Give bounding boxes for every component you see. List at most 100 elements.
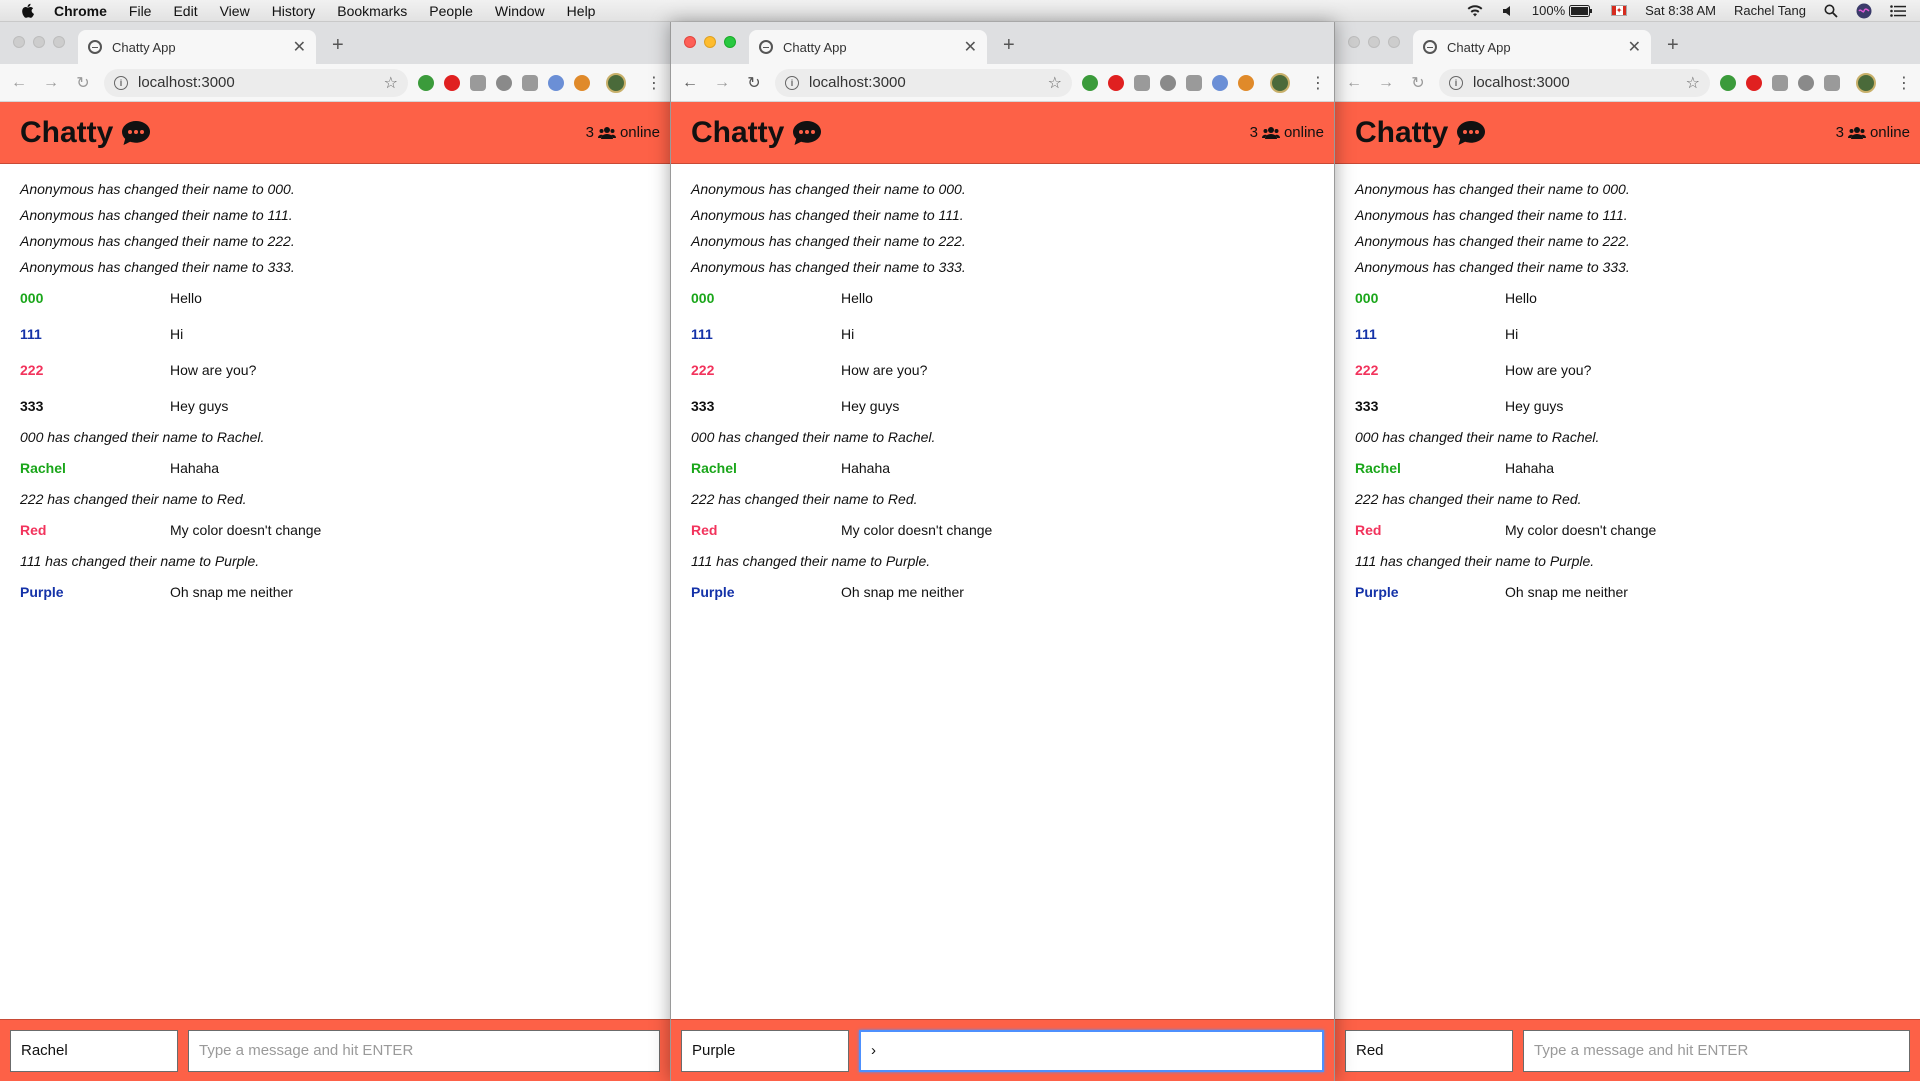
tab-chatty-app[interactable]: Chatty App ✕	[1413, 30, 1651, 64]
profile-avatar[interactable]	[606, 72, 626, 93]
bookmark-star-icon[interactable]: ☆	[1686, 73, 1700, 93]
menu-people[interactable]: People	[429, 3, 473, 19]
new-tab-button[interactable]: +	[1003, 34, 1015, 57]
profile-avatar[interactable]	[1270, 72, 1290, 93]
input-source-flag-icon[interactable]: ✦	[1611, 5, 1628, 16]
extension-icon[interactable]	[1824, 74, 1840, 91]
message-input[interactable]	[859, 1029, 1324, 1072]
extension-icon[interactable]	[1798, 74, 1814, 91]
user-name[interactable]: Rachel Tang	[1734, 3, 1806, 18]
address-bar[interactable]: i localhost:3000 ☆	[775, 68, 1072, 97]
extension-icon[interactable]	[1746, 74, 1762, 91]
forward-button[interactable]: →	[1375, 72, 1397, 94]
minimize-window-button[interactable]	[33, 36, 45, 48]
system-notification: Anonymous has changed their name to 222.	[1355, 233, 1630, 249]
site-info-icon[interactable]: i	[114, 75, 128, 90]
extension-icon[interactable]	[1160, 74, 1176, 91]
message-input[interactable]	[1523, 1029, 1910, 1072]
minimize-window-button[interactable]	[704, 36, 716, 48]
volume-icon[interactable]	[1502, 5, 1514, 17]
online-label: online	[1283, 124, 1324, 141]
extension-icon[interactable]	[1082, 74, 1098, 91]
menu-view[interactable]: View	[220, 3, 250, 19]
app-brand[interactable]: Chatty	[691, 116, 822, 150]
site-info-icon[interactable]: i	[1449, 75, 1463, 90]
extension-icon[interactable]	[1134, 74, 1150, 91]
username-input[interactable]	[1345, 1029, 1513, 1072]
browser-menu-icon[interactable]: ⋮	[1310, 73, 1326, 93]
extension-icon[interactable]	[470, 74, 486, 91]
browser-menu-icon[interactable]: ⋮	[1896, 73, 1912, 93]
extension-icon[interactable]	[496, 74, 512, 91]
extension-icon[interactable]	[1186, 74, 1202, 91]
address-bar[interactable]: i localhost:3000 ☆	[1439, 68, 1710, 97]
tab-chatty-app[interactable]: Chatty App ✕	[78, 30, 316, 64]
close-window-button[interactable]	[684, 36, 696, 48]
back-button[interactable]: ←	[8, 72, 30, 94]
users-icon	[597, 126, 616, 140]
extension-icon[interactable]	[1108, 74, 1124, 91]
siri-icon[interactable]	[1856, 3, 1872, 19]
menu-window[interactable]: Window	[495, 3, 545, 19]
address-bar[interactable]: i localhost:3000 ☆	[104, 68, 408, 97]
clock[interactable]: Sat 8:38 AM	[1645, 3, 1716, 18]
extension-icon[interactable]	[522, 74, 538, 91]
back-button[interactable]: ←	[1343, 72, 1365, 94]
new-tab-button[interactable]: +	[1667, 34, 1679, 57]
menu-bookmarks[interactable]: Bookmarks	[337, 3, 407, 19]
reload-button[interactable]: ↻	[72, 72, 94, 94]
maximize-window-button[interactable]	[1388, 36, 1400, 48]
chat-message: 000 Hello	[1355, 280, 1900, 316]
menu-help[interactable]: Help	[567, 3, 596, 19]
message-content: How are you?	[841, 362, 928, 378]
close-window-button[interactable]	[1348, 36, 1360, 48]
app-brand[interactable]: Chatty	[20, 116, 151, 150]
menu-file[interactable]: File	[129, 3, 152, 19]
app-brand[interactable]: Chatty	[1355, 116, 1486, 150]
extension-icon[interactable]	[444, 74, 460, 91]
message-content: Hahaha	[841, 460, 891, 476]
menu-history[interactable]: History	[272, 3, 316, 19]
message-content: Hey guys	[841, 398, 900, 414]
message-input[interactable]	[188, 1029, 660, 1072]
system-notification: Anonymous has changed their name to 000.	[691, 181, 966, 197]
forward-button[interactable]: →	[40, 72, 62, 94]
browser-toolbar: ← → ↻ i localhost:3000 ☆ ⋮	[1335, 64, 1920, 102]
spotlight-search-icon[interactable]	[1824, 4, 1838, 18]
chat-composer	[0, 1019, 670, 1081]
bookmark-star-icon[interactable]: ☆	[1048, 73, 1062, 93]
extension-icon[interactable]	[1772, 74, 1788, 91]
extension-icon[interactable]	[1238, 74, 1254, 91]
reload-button[interactable]: ↻	[743, 72, 765, 94]
menu-edit[interactable]: Edit	[173, 3, 197, 19]
apple-menu-icon[interactable]	[20, 3, 34, 19]
username-input[interactable]	[681, 1029, 849, 1072]
extension-icon[interactable]	[1720, 74, 1736, 91]
back-button[interactable]: ←	[679, 72, 701, 94]
forward-button[interactable]: →	[711, 72, 733, 94]
browser-menu-icon[interactable]: ⋮	[646, 73, 662, 93]
battery-status[interactable]: 100%	[1532, 3, 1593, 18]
close-window-button[interactable]	[13, 36, 25, 48]
menu-app-name[interactable]: Chrome	[54, 3, 107, 19]
close-tab-icon[interactable]: ✕	[293, 37, 306, 57]
notification-center-icon[interactable]	[1890, 4, 1906, 17]
reload-button[interactable]: ↻	[1407, 72, 1429, 94]
close-tab-icon[interactable]: ✕	[964, 37, 977, 57]
minimize-window-button[interactable]	[1368, 36, 1380, 48]
tab-chatty-app[interactable]: Chatty App ✕	[749, 30, 987, 64]
profile-avatar[interactable]	[1856, 72, 1876, 93]
close-tab-icon[interactable]: ✕	[1628, 37, 1641, 57]
site-info-icon[interactable]: i	[785, 75, 799, 90]
wifi-icon[interactable]	[1466, 4, 1484, 17]
maximize-window-button[interactable]	[53, 36, 65, 48]
extension-icon[interactable]	[548, 74, 564, 91]
message-content: Oh snap me neither	[841, 584, 964, 600]
new-tab-button[interactable]: +	[332, 34, 344, 57]
extension-icon[interactable]	[418, 74, 434, 91]
username-input[interactable]	[10, 1029, 178, 1072]
extension-icon[interactable]	[574, 74, 590, 91]
bookmark-star-icon[interactable]: ☆	[384, 73, 398, 93]
extension-icon[interactable]	[1212, 74, 1228, 91]
maximize-window-button[interactable]	[724, 36, 736, 48]
